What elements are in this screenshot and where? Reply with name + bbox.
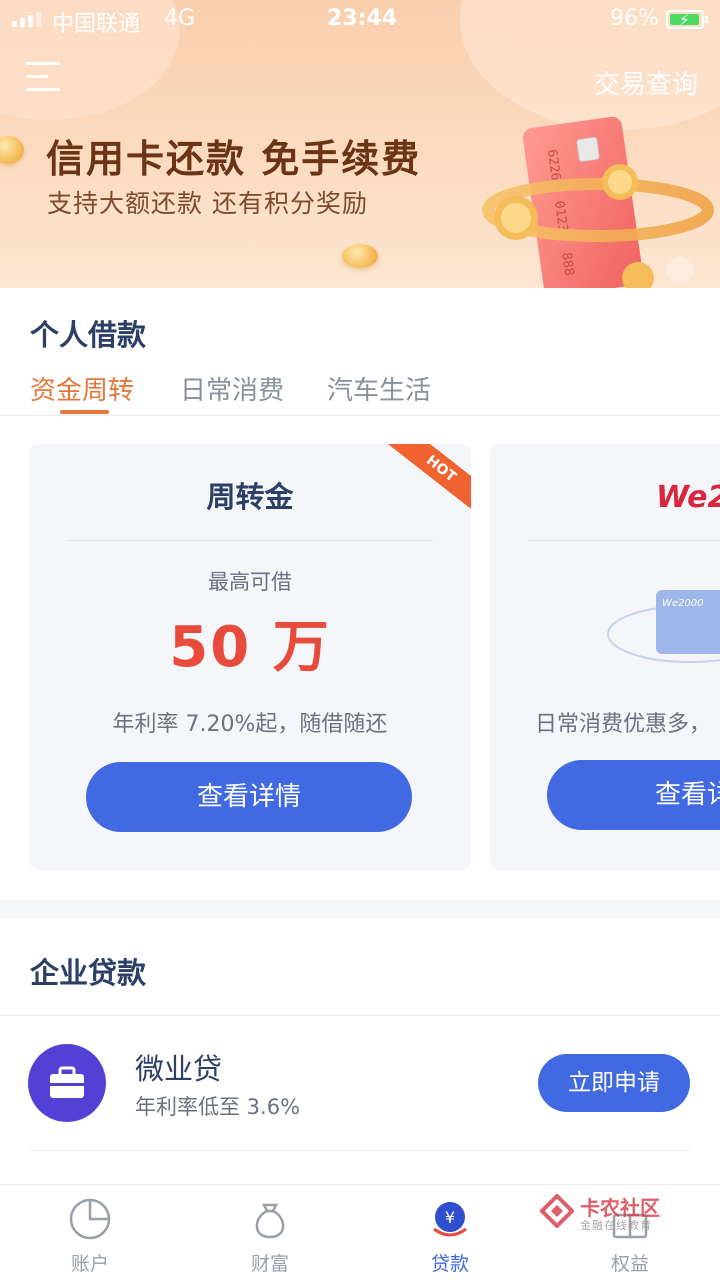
charging-bolt-icon: ⚡ [679,11,690,29]
product-description: 日常消费优惠多， [535,712,712,737]
clock: 23:44 [327,6,398,31]
card-divider [528,540,720,541]
nav-loans[interactable]: ¥ 贷款 [390,1185,510,1280]
enterprise-product-name[interactable]: 微业贷 [135,1046,222,1088]
nav-label: 贷款 [430,1253,469,1275]
battery-percent: 96% [610,6,659,31]
banner-subtitle: 支持大额还款 还有积分奖励 [47,189,368,218]
tab-capital-turnover[interactable]: 资金周转 [30,370,134,407]
card-brand-text: We2000 [662,598,704,609]
menu-icon[interactable] [26,62,62,96]
we2000-logo: We2 [656,480,720,515]
coin-decoration [0,136,24,164]
nav-wealth[interactable]: 财富 [210,1185,330,1280]
loan-card-we2000[interactable]: We2 We2000 日常消费优惠多， 查看详情 [490,444,720,870]
briefcase-icon [28,1044,106,1122]
loan-cards-carousel[interactable]: HOT 周转金 最高可借 50 万 年利率 7.20%起，随借随还 查看详情 W… [0,416,720,900]
nav-label: 财富 [250,1253,289,1275]
pie-chart-icon [69,1198,111,1240]
watermark: 卡农社区 金融在线教育 [540,1190,720,1234]
enterprise-rate-text: 年利率低至 3.6% [135,1095,301,1119]
we2000-card-illustration: We2000 [607,590,720,663]
list-divider [30,1150,690,1151]
loan-product-name: 周转金 [206,480,294,514]
loan-amount: 50 万 [169,615,331,680]
status-bar: 中国联通 4G 23:44 96% ⚡ [0,0,720,40]
yuan-coin-icon: ¥ [433,1202,467,1237]
tab-car-life[interactable]: 汽车生活 [327,370,431,407]
interest-rate-text: 年利率 7.20%起，随借随还 [112,712,388,737]
section-gap [0,900,720,918]
tab-daily-consumption[interactable]: 日常消费 [180,370,284,407]
personal-loans-title: 个人借款 [30,318,147,352]
nav-account[interactable]: 账户 [30,1185,150,1280]
money-bag-icon [255,1203,285,1239]
section-divider [0,1015,720,1016]
view-details-button[interactable]: 查看详情 [547,760,720,830]
apply-now-button[interactable]: 立即申请 [538,1054,690,1112]
battery-icon: ⚡ [666,10,708,29]
loan-screen: 中国联通 4G 23:44 96% ⚡ 交易查询 信用卡还款 免手续费 支持大额… [0,0,720,1280]
signal-icon [12,12,41,27]
watermark-logo-icon [540,1194,574,1228]
nav-label: 账户 [70,1253,109,1275]
watermark-subtitle: 金融在线教育 [580,1219,652,1232]
active-tab-indicator [60,410,109,414]
loan-card-zhouzhuanjin[interactable]: HOT 周转金 最高可借 50 万 年利率 7.20%起，随借随还 查看详情 [29,444,471,870]
enterprise-loans-title: 企业贷款 [30,956,147,990]
trade-query-link[interactable]: 交易查询 [594,64,698,101]
network-type: 4G [164,6,196,31]
nav-label: 权益 [610,1253,649,1275]
card-divider [67,540,433,541]
carrier-name: 中国联通 [52,12,141,37]
header-banner[interactable]: 中国联通 4G 23:44 96% ⚡ 交易查询 信用卡还款 免手续费 支持大额… [0,0,720,288]
limit-label: 最高可借 [208,570,292,594]
loan-category-tabs: 资金周转 日常消费 汽车生活 [0,362,720,416]
coin-decoration [342,244,378,268]
view-details-button[interactable]: 查看详情 [86,762,412,832]
banner-title: 信用卡还款 免手续费 [46,137,422,181]
credit-card-illustration: 6226 0123 888 [482,116,714,288]
svg-text:¥: ¥ [445,1208,455,1227]
